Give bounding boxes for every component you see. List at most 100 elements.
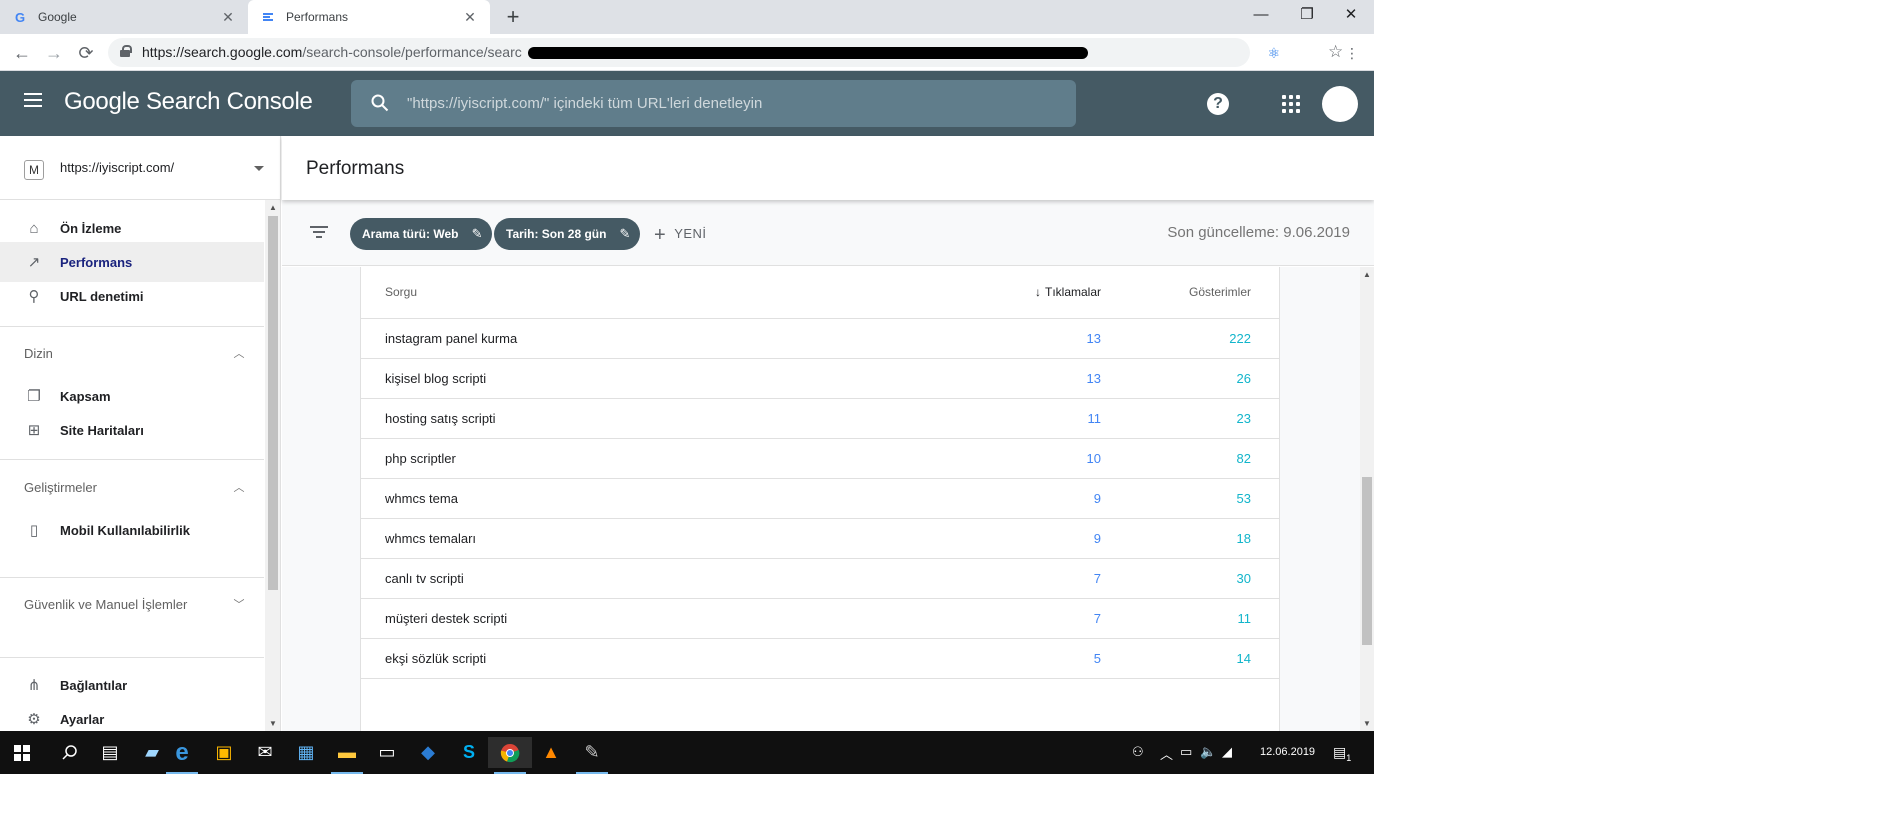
sidebar-item-label: Performans	[60, 254, 133, 270]
chevron-down-icon	[254, 166, 264, 171]
windows-start-icon[interactable]	[0, 737, 44, 768]
bookmark-star-icon[interactable]: ☆	[1328, 42, 1343, 62]
skype-icon[interactable]: S	[447, 737, 491, 768]
network-icon[interactable]: ◢	[1222, 744, 1232, 760]
last-updated: Son güncelleme: 9.06.2019	[1167, 224, 1350, 241]
query-cell: canlı tv scripti	[385, 571, 464, 586]
table-row[interactable]: kişisel blog scripti 13 26	[361, 359, 1279, 399]
edge-icon[interactable]: e	[160, 737, 204, 774]
people-icon[interactable]: ⚇	[1132, 744, 1144, 760]
reload-icon[interactable]: ⟳	[72, 39, 100, 67]
notification-icon[interactable]: ▤1	[1333, 744, 1351, 763]
sidebar-item-label: Kapsam	[60, 388, 111, 404]
close-tab-icon[interactable]: ✕	[462, 9, 478, 26]
sidebar-item-label: Ön İzleme	[60, 220, 122, 236]
clicks-cell: 13	[1086, 371, 1101, 386]
divider	[0, 577, 264, 578]
search-type-chip[interactable]: Arama türü: Web ✎	[350, 218, 493, 250]
section-security[interactable]: Güvenlik ve Manuel İşlemler	[24, 595, 194, 615]
property-selector[interactable]: M https://iyiscript.com/	[0, 136, 280, 200]
chrome-icon[interactable]	[488, 737, 532, 774]
table-row[interactable]: hosting satış scripti 11 23	[361, 399, 1279, 439]
menu-icon[interactable]	[24, 93, 44, 113]
sidebar-item-url-inspection[interactable]: ⚲ URL denetimi	[0, 276, 264, 316]
forward-arrow-icon[interactable]: →	[40, 39, 68, 67]
redaction-bar	[528, 47, 1088, 59]
scroll-down-arrow[interactable]: ▼	[269, 719, 277, 728]
sidebar-item-sitemaps[interactable]: ⊞ Site Haritaları	[0, 410, 264, 450]
monitor-app-icon[interactable]: ▦	[284, 737, 328, 768]
tab-performans[interactable]: Performans ✕	[248, 0, 490, 34]
clicks-cell: 11	[1087, 411, 1102, 426]
tab-title: Google	[38, 10, 77, 24]
table-row[interactable]: whmcs temaları 9 18	[361, 519, 1279, 559]
tab-google[interactable]: G Google ✕	[0, 0, 248, 34]
app-header: Google Search Console ?	[0, 71, 1374, 136]
search-input[interactable]	[407, 90, 1047, 117]
section-enhancements[interactable]: Geliştirmeler	[24, 478, 97, 498]
chevron-down-icon[interactable]: ﹀	[232, 596, 246, 612]
browser-toolbar: ← → ⟳ https://search.google.com/search-c…	[0, 34, 1374, 71]
close-window-icon[interactable]: ✕	[1328, 0, 1374, 30]
main-scrollbar[interactable]: ▲ ▼	[1360, 267, 1374, 731]
sidebar-item-settings[interactable]: ⚙ Ayarlar	[0, 699, 264, 731]
file-explorer-icon[interactable]: ▬	[325, 737, 369, 774]
sidebar-item-mobile-usability[interactable]: ▯ Mobil Kullanılabilirlik	[0, 510, 264, 550]
avatar[interactable]	[1322, 86, 1358, 122]
filter-icon[interactable]	[310, 226, 328, 240]
chevron-up-icon[interactable]: ︿	[232, 479, 246, 495]
table-row[interactable]: php scriptler 10 82	[361, 439, 1279, 479]
scrollbar-thumb[interactable]	[268, 216, 278, 590]
tab-title: Performans	[286, 10, 349, 24]
table-row[interactable]: müşteri destek scripti 7 11	[361, 599, 1279, 639]
address-bar[interactable]: https://search.google.com/search-console…	[108, 38, 1343, 67]
paint-icon[interactable]: ✎	[570, 737, 614, 774]
chevron-up-icon[interactable]: ︿	[232, 345, 246, 361]
new-tab-button[interactable]: +	[500, 4, 526, 30]
extension-icon[interactable]: ⚛	[1264, 43, 1284, 63]
column-clicks[interactable]: ↓ Tıklamalar	[1035, 285, 1101, 299]
chrome-menu-icon[interactable]: ⋮	[1342, 43, 1362, 63]
battery-icon[interactable]: ▭	[1180, 744, 1192, 760]
impressions-cell: 26	[1236, 371, 1251, 386]
impressions-cell: 82	[1236, 451, 1251, 466]
impressions-cell: 222	[1229, 331, 1251, 346]
store-icon[interactable]: ▣	[202, 737, 246, 768]
taskbar-date[interactable]: 12.06.2019	[1260, 746, 1315, 758]
close-tab-icon[interactable]: ✕	[220, 9, 236, 26]
table-row[interactable]: instagram panel kurma 13 222	[361, 319, 1279, 359]
app-icon[interactable]: ◆	[406, 737, 450, 768]
restore-icon[interactable]: ❐	[1284, 0, 1330, 30]
scroll-up-arrow[interactable]: ▲	[269, 203, 277, 212]
property-name: https://iyiscript.com/	[60, 160, 175, 175]
chevron-up-icon[interactable]: ︿	[1160, 744, 1173, 763]
new-filter-button[interactable]: + YENİ	[654, 224, 707, 247]
date-range-chip[interactable]: Tarih: Son 28 gün ✎	[494, 218, 641, 250]
gear-icon: ⚙	[27, 711, 41, 728]
task-view-icon[interactable]: ▤	[88, 737, 132, 768]
mail-icon[interactable]: ✉	[243, 737, 287, 768]
scroll-up-arrow[interactable]: ▲	[1363, 270, 1371, 279]
volume-icon[interactable]: 🔈	[1200, 744, 1216, 760]
vlc-icon[interactable]: ▲	[529, 737, 573, 768]
help-icon[interactable]: ?	[1207, 93, 1229, 115]
scrollbar-thumb[interactable]	[1362, 477, 1372, 645]
search-icon: ⚲	[28, 288, 40, 305]
taskbar-search-icon[interactable]	[48, 737, 92, 768]
back-arrow-icon[interactable]: ←	[8, 39, 36, 67]
table-row[interactable]: ekşi sözlük scripti 5 14	[361, 639, 1279, 679]
table-row[interactable]: canlı tv scripti 7 30	[361, 559, 1279, 599]
column-query[interactable]: Sorgu	[385, 285, 417, 299]
scroll-down-arrow[interactable]: ▼	[1363, 719, 1371, 728]
url-inspect-search[interactable]	[351, 80, 1076, 127]
column-impressions[interactable]: Gösterimler	[1189, 285, 1251, 299]
section-index[interactable]: Dizin	[24, 344, 53, 364]
property-icon: M	[24, 160, 44, 180]
minimize-icon[interactable]: —	[1238, 0, 1284, 30]
impressions-cell: 53	[1236, 491, 1251, 506]
table-row[interactable]: whmcs tema 9 53	[361, 479, 1279, 519]
remote-desktop-icon[interactable]: ▭	[365, 737, 409, 768]
sidebar-scrollbar[interactable]: ▲ ▼	[265, 200, 280, 731]
apps-grid-icon[interactable]	[1282, 95, 1300, 113]
query-cell: whmcs temaları	[385, 531, 477, 546]
